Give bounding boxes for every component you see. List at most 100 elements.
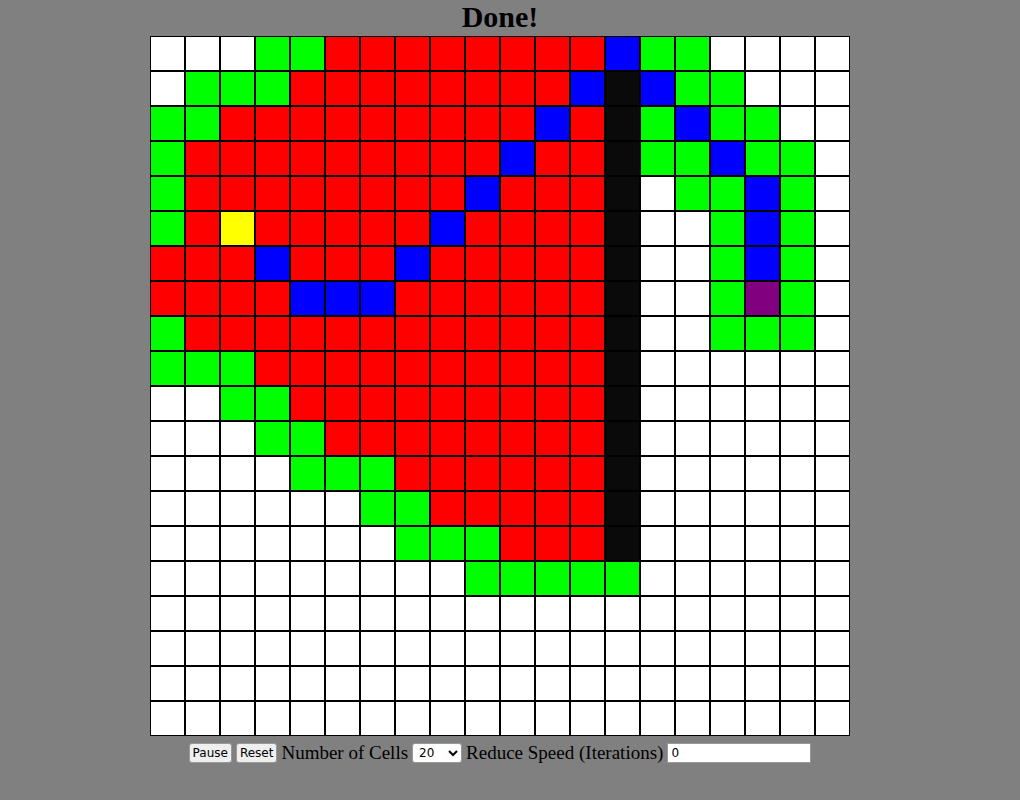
empty-cell[interactable] [570, 701, 605, 736]
empty-cell[interactable] [675, 526, 710, 561]
empty-cell[interactable] [290, 526, 325, 561]
empty-cell[interactable] [150, 701, 185, 736]
visited-cell[interactable] [465, 281, 500, 316]
empty-cell[interactable] [570, 666, 605, 701]
visited-cell[interactable] [430, 386, 465, 421]
frontier-cell[interactable] [465, 561, 500, 596]
frontier-cell[interactable] [150, 211, 185, 246]
empty-cell[interactable] [395, 701, 430, 736]
visited-cell[interactable] [465, 421, 500, 456]
frontier-cell[interactable] [605, 561, 640, 596]
visited-cell[interactable] [220, 176, 255, 211]
empty-cell[interactable] [360, 631, 395, 666]
frontier-cell[interactable] [745, 316, 780, 351]
visited-cell[interactable] [395, 316, 430, 351]
empty-cell[interactable] [745, 561, 780, 596]
frontier-cell[interactable] [780, 176, 815, 211]
empty-cell[interactable] [255, 526, 290, 561]
visited-cell[interactable] [255, 281, 290, 316]
empty-cell[interactable] [815, 71, 850, 106]
empty-cell[interactable] [465, 701, 500, 736]
visited-cell[interactable] [290, 316, 325, 351]
visited-cell[interactable] [500, 106, 535, 141]
empty-cell[interactable] [430, 701, 465, 736]
visited-cell[interactable] [325, 246, 360, 281]
empty-cell[interactable] [535, 596, 570, 631]
visited-cell[interactable] [500, 71, 535, 106]
frontier-cell[interactable] [745, 106, 780, 141]
path-cell[interactable] [710, 141, 745, 176]
visited-cell[interactable] [290, 246, 325, 281]
empty-cell[interactable] [745, 596, 780, 631]
visited-cell[interactable] [325, 351, 360, 386]
visited-cell[interactable] [570, 211, 605, 246]
visited-cell[interactable] [220, 316, 255, 351]
visited-cell[interactable] [430, 141, 465, 176]
wall-cell[interactable] [605, 176, 640, 211]
frontier-cell[interactable] [710, 176, 745, 211]
empty-cell[interactable] [255, 701, 290, 736]
empty-cell[interactable] [325, 491, 360, 526]
visited-cell[interactable] [500, 281, 535, 316]
visited-cell[interactable] [430, 176, 465, 211]
empty-cell[interactable] [675, 701, 710, 736]
empty-cell[interactable] [185, 701, 220, 736]
frontier-cell[interactable] [710, 211, 745, 246]
empty-cell[interactable] [150, 526, 185, 561]
empty-cell[interactable] [220, 701, 255, 736]
empty-cell[interactable] [780, 631, 815, 666]
frontier-cell[interactable] [185, 351, 220, 386]
visited-cell[interactable] [430, 281, 465, 316]
empty-cell[interactable] [360, 666, 395, 701]
path-cell[interactable] [430, 211, 465, 246]
visited-cell[interactable] [535, 316, 570, 351]
visited-cell[interactable] [290, 351, 325, 386]
empty-cell[interactable] [815, 281, 850, 316]
visited-cell[interactable] [430, 316, 465, 351]
visited-cell[interactable] [500, 246, 535, 281]
visited-cell[interactable] [255, 106, 290, 141]
empty-cell[interactable] [815, 456, 850, 491]
empty-cell[interactable] [815, 211, 850, 246]
empty-cell[interactable] [745, 701, 780, 736]
visited-cell[interactable] [430, 491, 465, 526]
empty-cell[interactable] [395, 561, 430, 596]
empty-cell[interactable] [675, 596, 710, 631]
empty-cell[interactable] [220, 631, 255, 666]
path-cell[interactable] [745, 176, 780, 211]
frontier-cell[interactable] [150, 141, 185, 176]
visited-cell[interactable] [185, 316, 220, 351]
empty-cell[interactable] [150, 491, 185, 526]
frontier-cell[interactable] [675, 71, 710, 106]
frontier-cell[interactable] [710, 106, 745, 141]
path-cell[interactable] [675, 106, 710, 141]
empty-cell[interactable] [500, 596, 535, 631]
empty-cell[interactable] [745, 456, 780, 491]
frontier-cell[interactable] [220, 71, 255, 106]
visited-cell[interactable] [465, 141, 500, 176]
visited-cell[interactable] [360, 36, 395, 71]
visited-cell[interactable] [395, 141, 430, 176]
empty-cell[interactable] [710, 701, 745, 736]
visited-cell[interactable] [430, 351, 465, 386]
visited-cell[interactable] [535, 176, 570, 211]
empty-cell[interactable] [780, 526, 815, 561]
visited-cell[interactable] [325, 106, 360, 141]
empty-cell[interactable] [640, 666, 675, 701]
frontier-cell[interactable] [150, 351, 185, 386]
visited-cell[interactable] [255, 351, 290, 386]
wall-cell[interactable] [605, 106, 640, 141]
visited-cell[interactable] [465, 351, 500, 386]
visited-cell[interactable] [535, 386, 570, 421]
visited-cell[interactable] [325, 211, 360, 246]
visited-cell[interactable] [465, 106, 500, 141]
frontier-cell[interactable] [640, 106, 675, 141]
empty-cell[interactable] [360, 596, 395, 631]
empty-cell[interactable] [780, 386, 815, 421]
empty-cell[interactable] [745, 491, 780, 526]
visited-cell[interactable] [465, 246, 500, 281]
path-cell[interactable] [605, 36, 640, 71]
visited-cell[interactable] [570, 351, 605, 386]
empty-cell[interactable] [255, 596, 290, 631]
wall-cell[interactable] [605, 491, 640, 526]
